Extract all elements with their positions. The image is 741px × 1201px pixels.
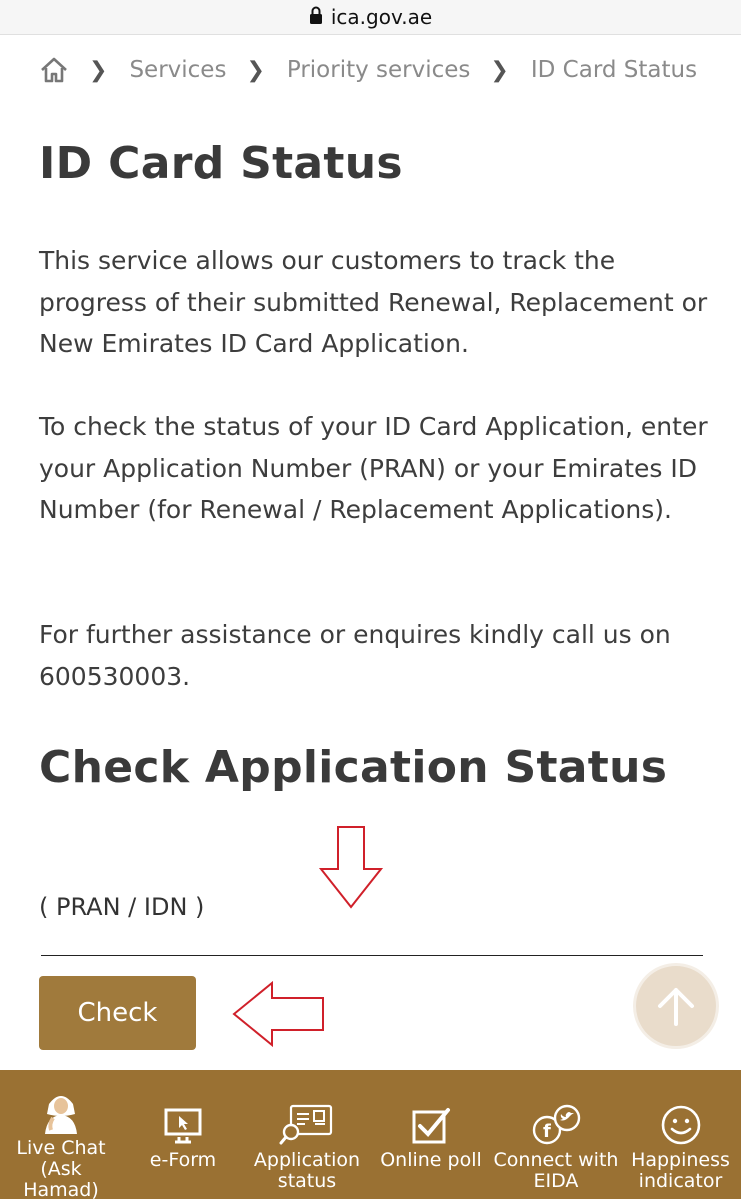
nav-label-happiness-indicator: Happiness indicator bbox=[631, 1149, 730, 1192]
annotation-arrow-down-icon bbox=[318, 826, 384, 909]
svg-text:f: f bbox=[543, 1121, 551, 1142]
monitor-cursor-icon bbox=[163, 1084, 203, 1146]
nav-label-application-status: Application status bbox=[253, 1149, 361, 1192]
nav-label-online-poll: Online poll bbox=[380, 1149, 482, 1171]
smiley-icon bbox=[660, 1084, 702, 1146]
service-description: This service allows our customers to tra… bbox=[39, 246, 708, 358]
nav-label-live-chat: Live Chat (Ask Hamad) bbox=[16, 1137, 106, 1201]
nav-label-e-form: e-Form bbox=[149, 1149, 217, 1171]
nav-item-application-status[interactable]: Application status bbox=[244, 1070, 370, 1199]
chevron-right-icon: ❯ bbox=[490, 57, 509, 83]
nav-item-connect-eida[interactable]: f Connect with EIDA bbox=[492, 1070, 620, 1199]
annotation-arrow-left-icon bbox=[232, 981, 324, 1047]
home-icon[interactable] bbox=[39, 56, 69, 84]
assistant-avatar-icon bbox=[41, 1084, 81, 1134]
nav-label-connect-eida: Connect with EIDA bbox=[493, 1149, 619, 1192]
breadcrumb-current-page: ID Card Status bbox=[530, 57, 698, 83]
social-media-icon: f bbox=[529, 1084, 583, 1146]
breadcrumb-link-services[interactable]: Services bbox=[129, 57, 226, 83]
checkbox-icon bbox=[410, 1084, 452, 1146]
instructions-text: To check the status of your ID Card Appl… bbox=[39, 412, 708, 524]
section-title: Check Application Status bbox=[39, 742, 668, 793]
bottom-nav-bar: Live Chat (Ask Hamad) e-Form Application… bbox=[0, 1070, 741, 1201]
nav-item-happiness-indicator[interactable]: Happiness indicator bbox=[620, 1070, 741, 1199]
browser-url-bar[interactable]: ica.gov.ae bbox=[0, 0, 741, 35]
scroll-to-top-button[interactable] bbox=[633, 963, 719, 1049]
id-card-search-icon bbox=[279, 1084, 335, 1146]
url-text: ica.gov.ae bbox=[330, 5, 433, 29]
breadcrumb-link-priority-services[interactable]: Priority services bbox=[287, 57, 471, 83]
pran-idn-input[interactable] bbox=[41, 925, 703, 956]
assistance-text: For further assistance or enquires kindl… bbox=[39, 620, 671, 691]
check-button[interactable]: Check bbox=[39, 976, 196, 1050]
chevron-right-icon: ❯ bbox=[89, 57, 108, 83]
chevron-right-icon: ❯ bbox=[246, 57, 265, 83]
nav-item-live-chat[interactable]: Live Chat (Ask Hamad) bbox=[0, 1070, 122, 1201]
lock-icon bbox=[309, 5, 323, 29]
page-title: ID Card Status bbox=[39, 138, 403, 189]
pran-idn-label: ( PRAN / IDN ) bbox=[39, 893, 205, 921]
breadcrumb: ❯ Services ❯ Priority services ❯ ID Card… bbox=[39, 52, 697, 88]
nav-item-e-form[interactable]: e-Form bbox=[122, 1070, 244, 1199]
arrow-up-icon bbox=[658, 988, 694, 1026]
nav-item-online-poll[interactable]: Online poll bbox=[370, 1070, 492, 1199]
